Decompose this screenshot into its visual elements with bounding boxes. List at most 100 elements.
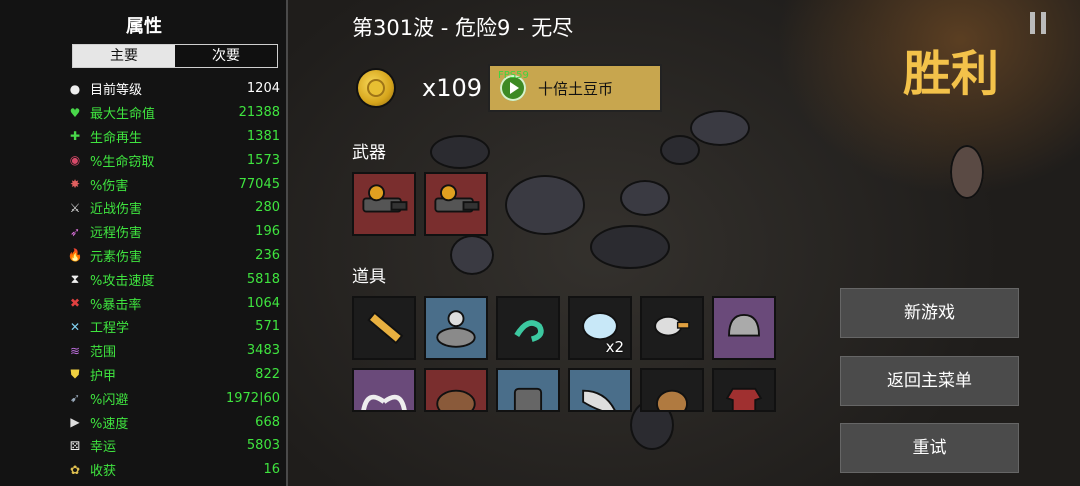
tab-secondary[interactable]: 次要 xyxy=(175,45,277,67)
item-slot[interactable]: x2 xyxy=(568,296,632,360)
victory-title: 胜利 xyxy=(903,46,1000,102)
stat-value: 1972|60 xyxy=(225,390,280,406)
stat-value: 5803 xyxy=(246,438,280,454)
enemy-blob xyxy=(660,135,700,165)
stat-value: 668 xyxy=(255,414,280,430)
stat-name: 幸运 xyxy=(90,440,117,456)
enemy-blob xyxy=(590,225,670,269)
weapon-slot[interactable] xyxy=(424,172,488,236)
stat-name: %闪避 xyxy=(90,392,129,408)
engineering-icon: ✕ xyxy=(69,319,81,334)
enemy-blob xyxy=(430,135,490,169)
stat-value: 16 xyxy=(263,462,280,478)
main-menu-button[interactable]: 返回主菜单 xyxy=(840,356,1019,406)
stat-row: ✸ %伤害 77045 xyxy=(66,172,280,196)
retry-button[interactable]: 重试 xyxy=(840,423,1019,473)
new-game-button[interactable]: 新游戏 xyxy=(840,288,1019,338)
harvest-icon: ✿ xyxy=(69,462,81,477)
enemy-blob xyxy=(950,145,984,199)
stat-row: ♥ 最大生命值 21388 xyxy=(66,101,280,125)
stat-value: 1064 xyxy=(246,295,280,311)
stat-name: %伤害 xyxy=(90,178,129,194)
stats-tabs: 主要 次要 xyxy=(72,44,278,68)
stat-row: 🔥 元素伤害 236 xyxy=(66,244,280,268)
enemy-blob xyxy=(620,180,670,216)
hourglass-icon: ⧗ xyxy=(70,271,80,286)
stat-name: 护甲 xyxy=(90,368,117,384)
item-count-badge: x2 xyxy=(605,338,624,356)
elemental-icon: 🔥 xyxy=(67,248,83,263)
stat-row: ⚄ 幸运 5803 xyxy=(66,434,280,458)
stat-value: 21388 xyxy=(238,105,280,121)
stat-name: %速度 xyxy=(90,416,129,432)
wave-title: 第301波 - 危险9 - 无尽 xyxy=(352,16,574,40)
stat-value: 77045 xyxy=(238,176,280,192)
stat-name: 远程伤害 xyxy=(90,226,143,242)
stat-name: 元素伤害 xyxy=(90,249,143,265)
stat-value: 571 xyxy=(255,319,280,335)
stat-value: 196 xyxy=(255,224,280,240)
stat-row: ✖ %暴击率 1064 xyxy=(66,291,280,315)
stat-row: ➹ %闪避 1972|60 xyxy=(66,386,280,410)
stat-name: 工程学 xyxy=(90,321,130,337)
shield-icon: ⛊ xyxy=(70,366,80,381)
stat-name: %暴击率 xyxy=(90,297,142,313)
items-label: 道具 xyxy=(352,267,386,287)
stat-row: ◉ %生命窃取 1573 xyxy=(66,148,280,172)
item-slot[interactable] xyxy=(424,368,488,412)
stat-row: ⚔ 近战伤害 280 xyxy=(66,196,280,220)
item-slot[interactable] xyxy=(712,296,776,360)
stat-value: 3483 xyxy=(246,343,280,359)
damage-icon: ✸ xyxy=(69,177,81,192)
stat-name: 目前等级 xyxy=(90,83,143,99)
dice-icon: ⚄ xyxy=(69,438,81,453)
weapon-slot[interactable] xyxy=(352,172,416,236)
item-slot[interactable] xyxy=(424,296,488,360)
potato-coin-icon xyxy=(358,70,394,106)
item-slot[interactable] xyxy=(568,368,632,412)
melee-icon: ⚔ xyxy=(69,200,81,215)
enemy-blob xyxy=(690,110,750,146)
lifesteal-icon: ◉ xyxy=(69,153,81,168)
stat-row: ✕ 工程学 571 xyxy=(66,315,280,339)
stat-name: 近战伤害 xyxy=(90,202,143,218)
range-icon: ≋ xyxy=(69,343,81,358)
stat-name: 最大生命值 xyxy=(90,107,156,123)
stat-row: ⧗ %攻击速度 5818 xyxy=(66,267,280,291)
tenfold-coin-label: 十倍土豆币 xyxy=(538,79,614,98)
stats-panel: 属性 主要 次要 ● 目前等级 1204 ♥ 最大生命值 21388 ✚ 生命再生 1381 ◉%… xyxy=(0,0,288,486)
weapons-label: 武器 xyxy=(352,143,386,163)
stat-value: 1204 xyxy=(246,81,280,97)
stat-row: ⛊ 护甲 822 xyxy=(66,363,280,387)
stat-name: 范围 xyxy=(90,345,117,361)
stat-row: ✚ 生命再生 1381 xyxy=(66,125,280,149)
tab-primary[interactable]: 主要 xyxy=(73,45,175,67)
item-slot[interactable] xyxy=(640,368,704,412)
item-slot[interactable] xyxy=(352,296,416,360)
item-slot[interactable] xyxy=(496,368,560,412)
stat-row: ▶ %速度 668 xyxy=(66,410,280,434)
stat-name: 收获 xyxy=(90,464,117,480)
item-slot[interactable] xyxy=(640,296,704,360)
enemy-blob xyxy=(505,175,585,235)
stat-row: ≋ 范围 3483 xyxy=(66,339,280,363)
heart-icon: ♥ xyxy=(69,105,81,120)
level-icon: ● xyxy=(69,81,81,96)
item-slot[interactable] xyxy=(712,368,776,412)
item-slot[interactable] xyxy=(352,368,416,412)
stat-row: ➶ 远程伤害 196 xyxy=(66,220,280,244)
pause-icon[interactable] xyxy=(1030,12,1048,34)
dodge-icon: ➹ xyxy=(69,391,81,406)
stat-value: 5818 xyxy=(246,271,280,287)
ranged-icon: ➶ xyxy=(69,224,81,239)
crit-icon: ✖ xyxy=(69,296,81,311)
fps-counter: FPS59 xyxy=(498,70,529,81)
stat-value: 280 xyxy=(255,200,280,216)
stat-value: 1381 xyxy=(246,128,280,144)
stat-row: ● 目前等级 1204 xyxy=(66,77,280,101)
speed-icon: ▶ xyxy=(70,415,80,430)
coin-count: x109 xyxy=(422,74,483,102)
stat-name: %攻击速度 xyxy=(90,273,155,289)
item-slot[interactable] xyxy=(496,296,560,360)
stats-title: 属性 xyxy=(126,16,162,37)
